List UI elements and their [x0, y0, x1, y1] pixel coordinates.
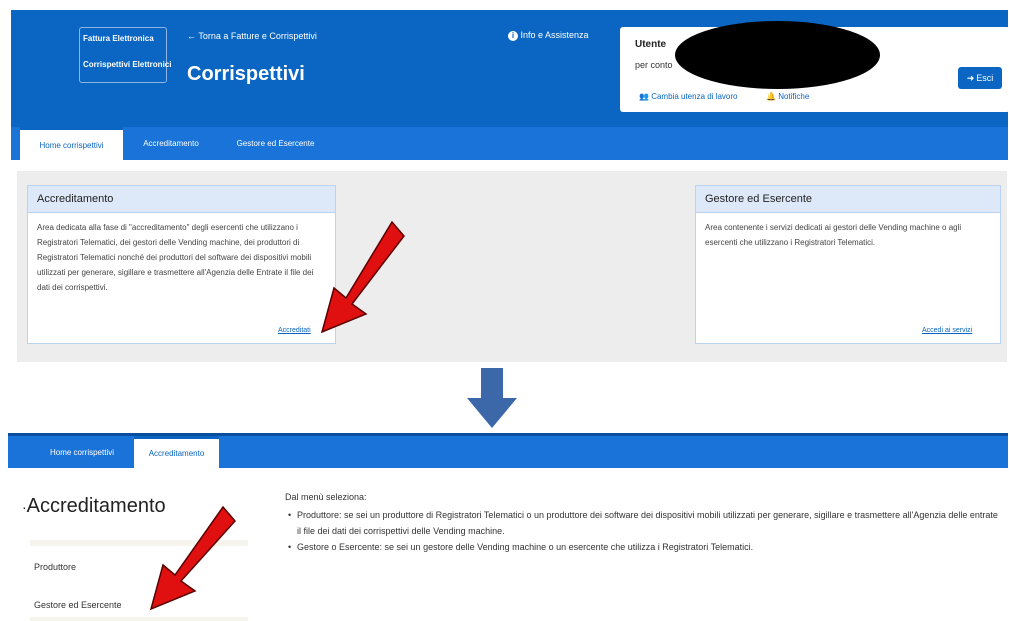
notifiche-link[interactable]: 🔔 Notifiche: [766, 92, 809, 101]
side-item-produttore[interactable]: Produttore: [34, 562, 76, 572]
tab-accreditamento-2[interactable]: Accreditamento: [134, 436, 219, 468]
per-conto-label: per conto: [635, 60, 673, 70]
home-content: Accreditamento Area dedicata alla fase d…: [17, 171, 1007, 362]
accreditamento-card-title: Accreditamento: [28, 186, 335, 213]
accreditati-link[interactable]: Accreditati: [278, 327, 311, 334]
down-arrow-icon: [467, 368, 517, 428]
accreditamento-nav: Home corrispettivi Accreditamento: [8, 433, 1008, 468]
logout-button[interactable]: ➜ Esci: [958, 67, 1002, 89]
tab-home-corrispettivi-2[interactable]: Home corrispettivi: [30, 436, 134, 468]
cambia-utenza-link[interactable]: 👥 Cambia utenza di lavoro: [639, 92, 737, 101]
back-to-fatture-link[interactable]: ← Torna a Fatture e Corrispettivi: [187, 31, 317, 41]
page-title: Corrispettivi: [187, 63, 305, 85]
red-arrow-annotation-2: [149, 505, 236, 611]
menu-intro-text: Dal menù seleziona:: [285, 492, 367, 502]
bell-icon: 🔔: [766, 92, 776, 101]
tab-accreditamento[interactable]: Accreditamento: [126, 127, 216, 160]
accreditamento-card: Accreditamento Area dedicata alla fase d…: [27, 185, 336, 344]
accreditamento-card-body: Area dedicata alla fase di "accreditamen…: [37, 223, 314, 292]
main-nav: Home corrispettivi Accreditamento Gestor…: [11, 127, 1008, 160]
users-icon: 👥: [639, 92, 649, 101]
list-item-gestore: Gestore o Esercente: se sei un gestore d…: [285, 539, 1000, 555]
user-label: Utente: [635, 39, 667, 50]
fattura-elettronica-logo[interactable]: Fattura Elettronica Corrispettivi Elettr…: [79, 27, 171, 83]
side-item-gestore-esercente[interactable]: Gestore ed Esercente: [34, 600, 122, 610]
logo-line-fattura: Fattura Elettronica: [83, 34, 154, 43]
side-menu-divider: [30, 617, 248, 621]
gestore-card: Gestore ed Esercente Area contenente i s…: [695, 185, 1001, 344]
accedi-servizi-link[interactable]: Accedi ai servizi: [922, 327, 972, 334]
user-panel: Utente per conto 👥 Cambia utenza di lavo…: [620, 21, 1009, 112]
info-assistenza-link[interactable]: i Info e Assistenza: [508, 30, 589, 41]
redaction-mark: [675, 21, 880, 89]
arrow-left-icon: ←: [187, 31, 199, 41]
gestore-card-body: Area contenente i servizi dedicati ai ge…: [705, 223, 962, 247]
list-item-produttore: Produttore: se sei un produttore di Regi…: [285, 507, 1000, 539]
logo-line-corrispettivi: Corrispettivi Elettronici: [83, 60, 172, 69]
info-icon: i: [508, 31, 518, 41]
menu-options-list: Produttore: se sei un produttore di Regi…: [285, 507, 1000, 555]
tab-home-corrispettivi[interactable]: Home corrispettivi: [20, 127, 123, 160]
sign-out-icon: ➜: [966, 72, 975, 83]
gestore-card-title: Gestore ed Esercente: [696, 186, 1000, 213]
tab-gestore-esercente[interactable]: Gestore ed Esercente: [218, 127, 333, 160]
red-arrow-annotation: [320, 220, 405, 334]
app-header: Fattura Elettronica Corrispettivi Elettr…: [11, 10, 1009, 127]
